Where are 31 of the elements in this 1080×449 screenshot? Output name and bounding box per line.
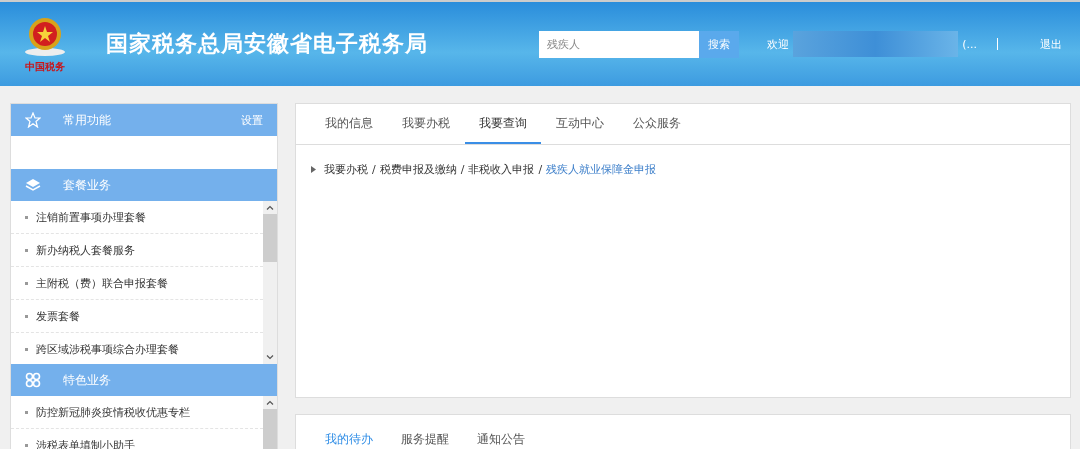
breadcrumb-separator: /	[372, 163, 376, 176]
nav-tab[interactable]: 我要办税	[388, 104, 464, 144]
tab[interactable]: 我的待办	[311, 430, 387, 448]
nav-tab[interactable]: 互动中心	[542, 104, 618, 144]
breadcrumb-separator: /	[460, 163, 465, 176]
nav-tab[interactable]: 我的信息	[311, 104, 387, 144]
user-suffix: (...	[962, 37, 977, 51]
logo-caption: 中国税务	[25, 60, 65, 74]
nav-tab[interactable]: 我要查询	[465, 104, 541, 144]
caret-icon	[311, 166, 316, 173]
section-title: 特色业务	[63, 371, 111, 389]
scroll-up-icon[interactable]	[266, 400, 274, 405]
site-title: 国家税务总局安徽省电子税务局	[106, 30, 428, 58]
scroll-down-icon[interactable]	[266, 355, 274, 360]
breadcrumb-link[interactable]: 我要办税	[324, 162, 368, 177]
welcome-text: 欢迎	[767, 36, 790, 52]
star-icon	[25, 112, 41, 128]
clover-icon	[25, 372, 41, 388]
nav-tab[interactable]: 公众服务	[619, 104, 695, 144]
layers-icon	[25, 177, 41, 193]
breadcrumb-separator: /	[538, 163, 543, 176]
section-title: 常用功能	[63, 111, 111, 129]
breadcrumb-link[interactable]: 非税收入申报	[468, 162, 535, 177]
scrollbar[interactable]	[263, 201, 277, 364]
search-field[interactable]: 残疾人	[539, 30, 700, 58]
scroll-up-icon[interactable]	[266, 205, 274, 210]
section-title: 套餐业务	[63, 176, 111, 194]
tab[interactable]: 通知公告	[463, 430, 539, 448]
breadcrumb-link[interactable]: 税费申报及缴纳	[379, 162, 457, 177]
tab[interactable]: 服务提醒	[387, 430, 463, 448]
breadcrumb-link[interactable]: 残疾人就业保障金申报	[546, 162, 657, 177]
